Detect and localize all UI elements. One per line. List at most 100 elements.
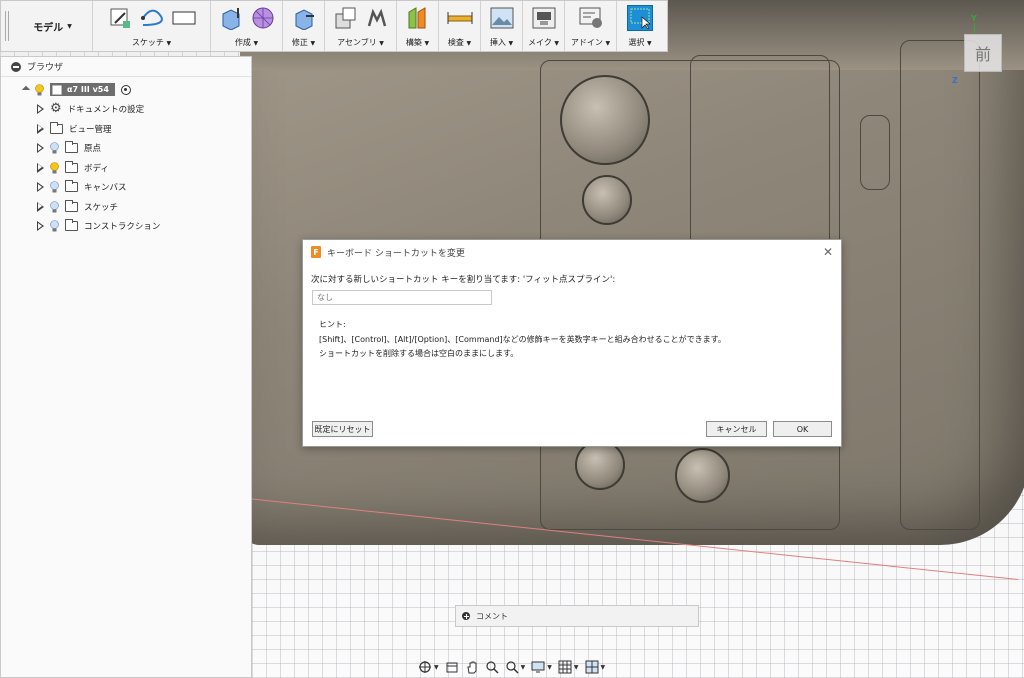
tree-item[interactable]: ボディ [37,158,251,178]
zoom-icon[interactable] [485,660,499,674]
folder-icon [65,160,78,173]
lightbulb-off-icon[interactable] [50,142,59,154]
offset-plane-icon[interactable] [405,5,431,31]
spline-icon[interactable] [139,5,165,31]
tree-item[interactable]: コンストラクション [37,217,251,237]
dialog-titlebar[interactable]: F キーボード ショートカットを変更 [303,240,841,264]
dialog-hint: ヒント: [Shift]、[Control]、[Alt]/[Option]、[C… [319,318,726,362]
chevron-down-icon[interactable]: ▼ [574,664,579,671]
group-label: 構築 [405,38,422,47]
chevron-down-icon[interactable]: ▼ [547,664,552,671]
tree-item-label: ビュー管理 [69,124,112,135]
expand-icon[interactable] [37,143,44,154]
display-settings-icon[interactable] [531,660,545,674]
toolbar-group-modify[interactable]: 修正 ▼ [283,1,325,51]
extrude-icon[interactable] [218,5,244,31]
z-axis-label: Z [952,76,958,85]
tree-item-label: ボディ [84,163,109,174]
hint-line: ショートカットを削除する場合は空白のままにします。 [319,349,519,358]
viewports-icon[interactable] [585,660,599,674]
view-cube[interactable]: Y 前 Z [952,14,1014,85]
chevron-down-icon[interactable]: ▼ [601,664,606,671]
toolbar-group-addins[interactable]: アドイン ▼ [565,1,617,51]
chevron-down-icon: ▼ [605,40,611,47]
toolbar-group-create[interactable]: 作成 ▼ [211,1,283,51]
group-label: 作成 [234,38,251,47]
expand-icon[interactable] [37,104,44,115]
toolbar-group-inspect[interactable]: 検査 ▼ [439,1,481,51]
rectangle-icon[interactable] [171,5,197,31]
orbit-icon[interactable] [418,660,432,674]
folder-icon [65,219,78,232]
comment-label: コメント [476,611,508,621]
comment-bar[interactable]: コメント [455,605,699,627]
toolbar-group-insert[interactable]: 挿入 ▼ [481,1,523,51]
lightbulb-on-icon[interactable] [50,161,59,174]
press-pull-icon[interactable] [291,5,317,31]
expand-open-icon[interactable] [21,85,31,94]
dialog-title: キーボード ショートカットを変更 [327,248,465,259]
root-component-badge[interactable]: α7 III v54 [50,83,115,97]
tree-item[interactable]: スケッチ [37,197,251,217]
hint-title: ヒント: [319,320,346,329]
cancel-button[interactable]: キャンセル [706,421,767,437]
lightbulb-on-icon[interactable] [35,83,44,96]
toolbar-group-construct[interactable]: 構築 ▼ [397,1,439,51]
hint-line: [Shift]、[Control]、[Alt]/[Option]、[Comman… [319,334,726,344]
expand-icon[interactable] [37,182,44,193]
create-sketch-icon[interactable] [107,5,133,31]
add-comment-icon[interactable] [462,612,470,620]
grid-settings-icon[interactable] [558,660,572,674]
expand-icon[interactable] [37,162,44,173]
expand-icon[interactable] [37,201,44,212]
toolbar-group-make[interactable]: メイク ▼ [523,1,565,51]
lightbulb-off-icon[interactable] [50,181,59,193]
toolbar-group-assemble[interactable]: アセンブリ ▼ [325,1,397,51]
form-icon[interactable] [250,5,276,31]
chevron-down-icon: ▼ [67,22,72,30]
folder-icon [65,141,78,154]
chevron-down-icon[interactable]: ▼ [434,664,439,671]
expand-icon[interactable] [37,123,44,134]
look-at-icon[interactable] [445,660,459,674]
toolbar-group-select[interactable]: 選択 ▼ [617,1,663,51]
tree-item[interactable]: キャンバス [37,178,251,198]
tree-item[interactable]: ⚙ ドキュメントの設定 [37,100,251,120]
shortcut-input[interactable] [312,290,492,305]
chevron-down-icon: ▼ [166,40,172,47]
navigation-bar: ▼ ▼ ▼ ▼ ▼ [418,657,618,677]
tree-item[interactable]: 原点 [37,139,251,159]
toolbar-grip[interactable] [1,1,13,51]
view-cube-front-face[interactable]: 前 [964,34,1002,72]
new-component-icon[interactable] [332,5,358,31]
tree-root[interactable]: α7 III v54 [21,80,251,100]
activate-radio-icon[interactable] [120,84,131,95]
measure-icon[interactable] [447,5,473,31]
reset-default-button[interactable]: 既定にリセット [312,421,373,437]
collapse-icon[interactable] [11,61,21,72]
scripts-addins-icon[interactable] [578,5,604,31]
workspace-switcher[interactable]: モデル ▼ [13,1,93,51]
toolbar-group-sketch[interactable]: スケッチ ▼ [93,1,211,51]
model-switch [860,115,890,190]
lightbulb-off-icon[interactable] [50,200,59,213]
browser-header[interactable]: ブラウザ [1,57,251,77]
pan-hand-icon[interactable] [465,660,479,674]
folder-icon [65,180,78,193]
close-icon[interactable]: ✕ [823,245,833,259]
joint-icon[interactable] [364,5,390,31]
insert-image-icon[interactable] [489,5,515,31]
zoom-window-icon[interactable] [505,660,519,674]
3d-print-icon[interactable] [531,5,557,31]
chevron-down-icon: ▼ [379,40,384,47]
model-dial-small [582,175,632,225]
expand-icon[interactable] [37,221,44,232]
tree-item[interactable]: ビュー管理 [37,119,251,139]
folder-icon [50,121,63,134]
shortcut-dialog: F キーボード ショートカットを変更 ✕ 次に対する新しいショートカット キーを… [302,239,842,447]
select-cursor-icon[interactable] [627,5,653,31]
lightbulb-off-icon[interactable] [50,220,59,232]
chevron-down-icon[interactable]: ▼ [521,664,526,671]
tree-item-label: ドキュメントの設定 [67,105,145,116]
ok-button[interactable]: OK [773,421,832,437]
